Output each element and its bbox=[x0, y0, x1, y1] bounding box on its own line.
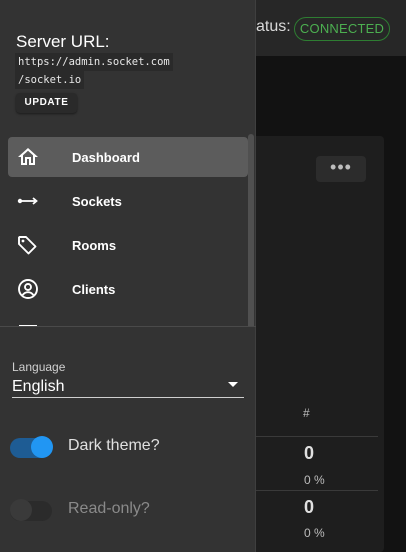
row-percent-value: 0 % bbox=[304, 526, 325, 540]
count-column-header: # bbox=[303, 406, 310, 420]
dark-theme-label: Dark theme? bbox=[68, 437, 160, 454]
home-icon bbox=[18, 148, 38, 165]
table-row-divider bbox=[256, 490, 378, 491]
nav-item-clients[interactable]: Clients bbox=[8, 269, 248, 309]
read-only-label: Read-only? bbox=[68, 500, 150, 517]
dropdown-arrow-icon bbox=[228, 382, 238, 387]
server-url-value: https://admin.socket.com /socket.io bbox=[15, 53, 195, 89]
nav-list: Dashboard Sockets Rooms Clients bbox=[0, 134, 256, 326]
nav-item-dashboard[interactable]: Dashboard bbox=[8, 137, 248, 177]
connection-status-badge: CONNECTED bbox=[294, 17, 390, 41]
app-root: atus: CONNECTED ••• # 0 0 % 0 0 % Server… bbox=[0, 0, 406, 552]
status-label: atus: bbox=[256, 18, 291, 35]
nav-scrollbar[interactable] bbox=[248, 134, 254, 326]
more-options-button[interactable]: ••• bbox=[316, 156, 366, 182]
nav-item-label: Dashboard bbox=[72, 150, 140, 165]
nav-item-label: Sockets bbox=[72, 194, 122, 209]
tag-icon bbox=[18, 236, 37, 255]
nav-item-rooms[interactable]: Rooms bbox=[8, 225, 248, 265]
nav-item-label: Clients bbox=[72, 282, 116, 297]
language-value: English bbox=[12, 378, 65, 395]
server-url-line: https://admin.socket.com bbox=[15, 53, 173, 71]
server-url-line: /socket.io bbox=[15, 71, 85, 89]
navigation-drawer: Server URL: https://admin.socket.com /so… bbox=[0, 0, 256, 552]
read-only-switch-thumb[interactable] bbox=[10, 499, 32, 521]
nav-item-sockets[interactable]: Sockets bbox=[8, 181, 248, 221]
row-count-value: 0 bbox=[304, 443, 315, 463]
account-circle-icon bbox=[18, 279, 38, 299]
row-count-value: 0 bbox=[304, 497, 315, 517]
language-label: Language bbox=[12, 360, 66, 374]
dark-theme-switch-thumb[interactable] bbox=[31, 436, 53, 458]
row-percent-value: 0 % bbox=[304, 473, 325, 487]
nav-item-partial[interactable] bbox=[8, 313, 248, 326]
nav-item-label: Rooms bbox=[72, 238, 117, 253]
drawer-divider bbox=[0, 326, 256, 327]
server-url-label: Server URL: bbox=[16, 32, 110, 51]
table-row-divider bbox=[256, 436, 378, 437]
dark-theme-switch-row[interactable]: Dark theme? bbox=[8, 432, 248, 460]
socket-icon bbox=[17, 197, 38, 205]
read-only-switch-row[interactable]: Read-only? bbox=[8, 495, 248, 523]
update-button[interactable]: UPDATE bbox=[16, 93, 77, 113]
language-select[interactable]: English bbox=[12, 376, 244, 398]
